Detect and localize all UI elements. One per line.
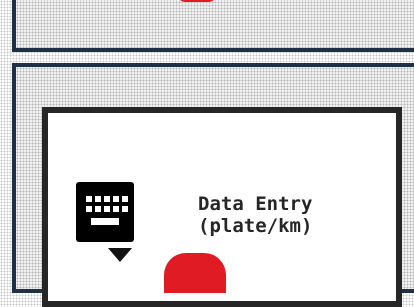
previous-step-panel: L [12, 0, 414, 52]
step-title-line-2: (plate/km) [198, 215, 313, 237]
keyboard-icon [76, 182, 134, 242]
arrow-down-icon [108, 248, 132, 262]
step-badge-l[interactable]: L [176, 0, 218, 2]
step-badge[interactable] [164, 253, 226, 293]
data-entry-step-panel: Data Entry (plate/km) [12, 63, 414, 307]
step-title-line-1: Data Entry [198, 193, 313, 215]
